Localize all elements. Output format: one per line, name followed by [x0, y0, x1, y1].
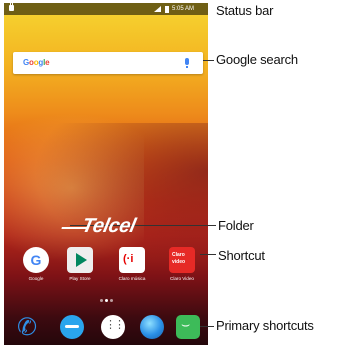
page-dot-current: [105, 299, 108, 302]
lock-icon: [9, 3, 14, 11]
google-search-bar[interactable]: Google: [13, 52, 203, 74]
app-claro-musica[interactable]: Claro música: [112, 247, 152, 281]
phone-screen: 5:05 AM Google Telcel G Google Play Stor…: [4, 3, 208, 345]
callout-google-search: Google search: [216, 52, 298, 67]
messages-icon[interactable]: [60, 315, 84, 339]
app-label: Claro Video: [170, 276, 194, 281]
apps-drawer-icon[interactable]: [101, 315, 125, 339]
callout-primary-shortcuts: Primary shortcuts: [216, 318, 314, 333]
callout-folder: Folder: [218, 218, 254, 233]
app-google-folder[interactable]: G Google: [16, 247, 56, 281]
app-label: Google: [28, 276, 44, 281]
google-icon: G: [23, 247, 49, 273]
callout-status-bar: Status bar: [216, 3, 274, 18]
app-play-store[interactable]: Play Store: [60, 247, 100, 281]
app-label: Claro música: [118, 276, 146, 281]
page-dot: [100, 299, 103, 302]
callout-shortcut: Shortcut: [218, 248, 265, 263]
page-dot: [110, 299, 113, 302]
battery-icon: [165, 6, 169, 13]
google-logo: Google: [23, 58, 50, 67]
app-claro-video[interactable]: Claro Video: [162, 247, 202, 281]
mic-icon[interactable]: [185, 58, 189, 68]
status-time: 5:05 AM: [172, 6, 195, 12]
telcel-logo: Telcel: [79, 215, 138, 237]
page-indicator: [100, 299, 114, 303]
claro-musica-icon: [119, 247, 145, 273]
home-app-row: G Google Play Store Claro música Claro V…: [4, 247, 208, 291]
claro-video-icon: [169, 247, 195, 273]
app-label: Play Store: [69, 276, 91, 281]
dock: [4, 309, 208, 345]
signal-icon: [154, 6, 161, 12]
play-store-icon: [67, 247, 93, 273]
chat-icon[interactable]: [176, 315, 200, 339]
phone-icon[interactable]: [17, 313, 41, 342]
status-bar: 5:05 AM: [4, 3, 208, 15]
browser-icon[interactable]: [140, 315, 164, 339]
